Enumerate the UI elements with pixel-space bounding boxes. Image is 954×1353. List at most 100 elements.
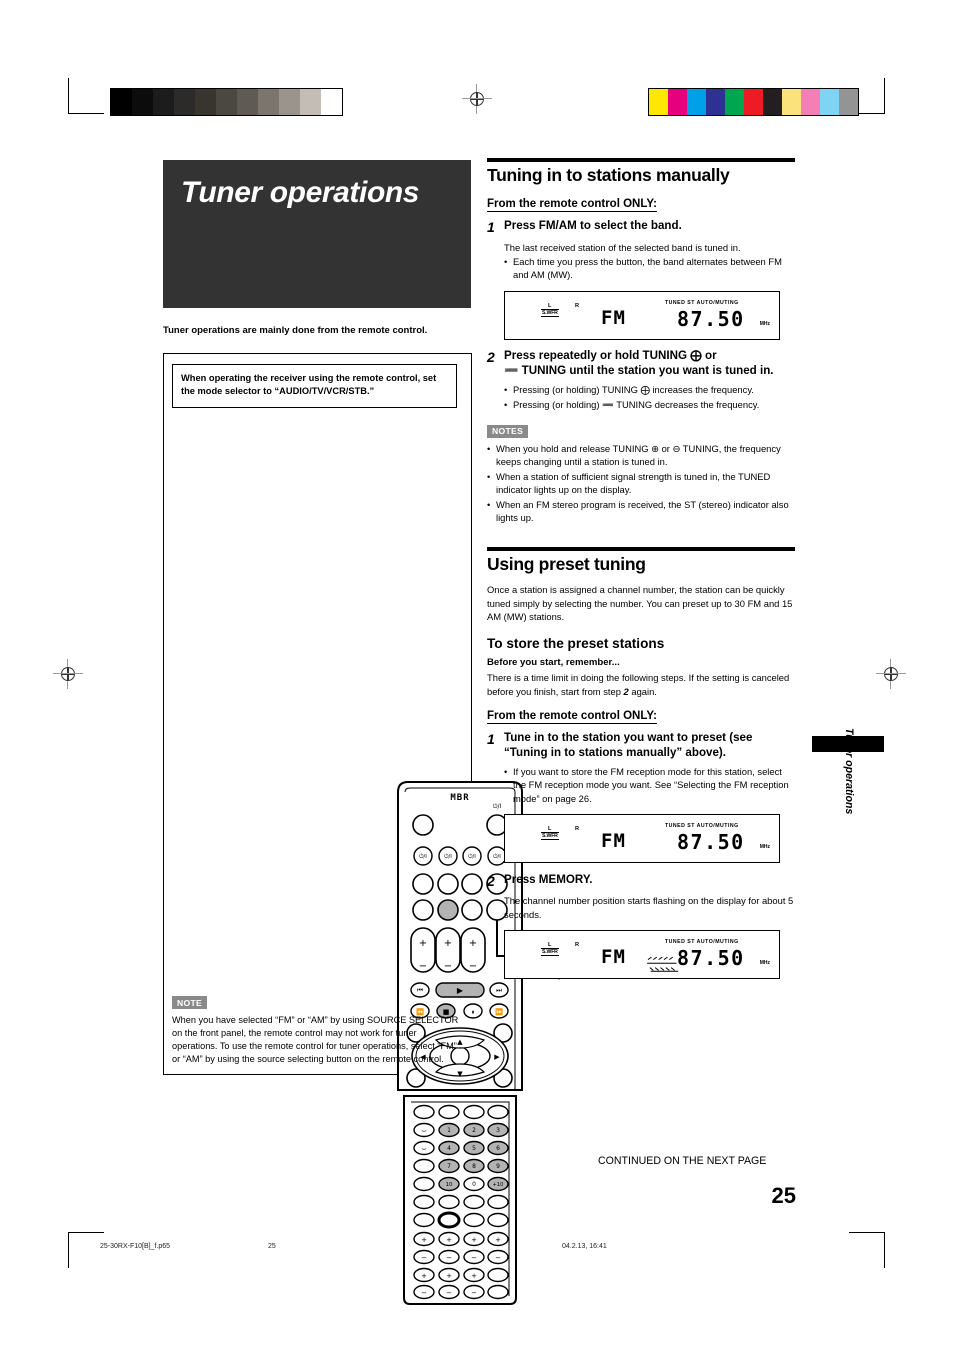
continued-notice: CONTINUED ON THE NEXT PAGE (598, 1155, 767, 1167)
note-text: When an FM stereo program is received, t… (496, 498, 789, 523)
lcd-band: FM (601, 306, 626, 329)
lead-text: Tuner operations are mainly done from th… (163, 325, 428, 336)
subhead-remote-only-2: From the remote control ONLY: (487, 710, 657, 725)
page-number: 25 (771, 1183, 796, 1208)
bullet-dot: • (504, 256, 508, 268)
svg-text:5: 5 (472, 1145, 476, 1152)
lcd-frequency: 87.50 (677, 829, 745, 854)
bullet-text: Pressing (or holding) TUNING ⨁ increases… (513, 383, 754, 396)
svg-text:⏻/I: ⏻/I (444, 853, 452, 860)
svg-text:9: 9 (496, 1163, 500, 1170)
minus-circle-icon: ➖ (602, 398, 614, 410)
lcd-indicators: TUNED ST AUTO/MUTING (665, 299, 739, 306)
bullet-dot: • (487, 443, 491, 455)
right-column: Tuning in to stations manually From the … (487, 158, 795, 980)
chapter-title-band: Tuner operations (163, 160, 471, 308)
lcd-unit: MHz (759, 843, 770, 850)
notes-list: • When you hold and release TUNING ⊕ or ⊖… (487, 442, 795, 524)
mode-selector-callout: When operating the receiver using the re… (172, 364, 457, 408)
registration-mark-top (462, 84, 492, 114)
svg-text:6: 6 (496, 1145, 500, 1152)
note-item: • When an FM stereo program is received, … (487, 498, 795, 525)
svg-text:▶: ▶ (494, 1053, 500, 1061)
before-body-b: again. (631, 685, 657, 697)
crop-mark-br-h (849, 1232, 885, 1233)
page-canvas: Tuner operations Tuner operations are ma… (0, 0, 954, 1353)
lcd-indicators: TUNED ST AUTO/MUTING (665, 822, 739, 829)
lcd-subwoofer-label: S.WFR (541, 831, 559, 840)
before-you-start-body: There is a time limit in doing the follo… (487, 671, 795, 698)
step-text: Press FM/AM to select the band. (504, 219, 682, 233)
registration-mark-right (876, 659, 906, 689)
lcd-band: FM (601, 946, 626, 969)
before-you-start-title: Before you start, remember... (487, 657, 620, 669)
svg-text:−: − (446, 1254, 452, 1262)
svg-text:⌣: ⌣ (421, 1144, 426, 1153)
svg-text:1: 1 (447, 1127, 451, 1134)
svg-text:+: + (446, 1272, 452, 1280)
footer-page: 25 (268, 1243, 276, 1250)
step-1-1-body: The last received station of the selecte… (504, 241, 741, 253)
svg-text:−: − (469, 961, 477, 972)
lcd-display-3: L S.WFR R FM TUNED ST AUTO/MUTING 87.50 … (504, 930, 780, 980)
svg-text:+: + (471, 1236, 477, 1244)
svg-text:2: 2 (472, 1127, 476, 1134)
svg-text:⌣: ⌣ (421, 1126, 426, 1135)
footer-timestamp: 04.2.13, 16:41 (562, 1243, 607, 1250)
bullet-dot: • (504, 398, 508, 410)
note-box: NOTE When you have selected “FM” or “AM”… (172, 993, 460, 1066)
svg-text:+: + (419, 938, 427, 949)
step-number: 1 (487, 219, 495, 236)
bullet-dot: • (504, 765, 508, 777)
bullet-text-a: Pressing (or holding) (513, 398, 600, 410)
step-text: Tune in to the station you want to prese… (504, 731, 753, 759)
lcd-channel-left: L S.WFR (541, 303, 559, 317)
lcd-subwoofer-label: S.WFR (541, 948, 559, 957)
lcd-r-label: R (575, 825, 580, 832)
lcd-display-1: L S.WFR R FM TUNED ST AUTO/MUTING 87.50 … (504, 290, 780, 340)
bullet-text: Pressing (or holding) ➖ TUNING decreases… (513, 398, 759, 411)
crop-mark-bl-h (68, 1232, 104, 1233)
svg-text:+10: +10 (493, 1182, 504, 1188)
step-text: Press MEMORY. (504, 872, 593, 886)
svg-text:+: + (471, 1272, 477, 1280)
lcd-unit: MHz (759, 960, 770, 967)
svg-text:⏸: ⏸ (471, 1008, 474, 1016)
note-body: When you have selected “FM” or “AM” by u… (172, 1014, 459, 1064)
lcd-band: FM (601, 829, 626, 852)
svg-text:+: + (469, 938, 477, 949)
footer-filename: 25-30RX-F10[B]_f.p65 (100, 1243, 171, 1250)
color-calibration-bar (648, 88, 859, 116)
svg-text:−: − (471, 1254, 477, 1262)
step-text: Press repeatedly or hold TUNING ⨁ or ➖ T… (504, 349, 774, 379)
lcd-display-2: L S.WFR R FM TUNED ST AUTO/MUTING 87.50 … (504, 813, 780, 863)
lcd-indicators: TUNED ST AUTO/MUTING (665, 939, 739, 946)
svg-text:4: 4 (447, 1145, 451, 1152)
step-2-2: 2 Press MEMORY. (487, 873, 795, 891)
crop-mark-br-v (884, 1232, 885, 1268)
svg-text:−: − (471, 1289, 477, 1297)
grayscale-calibration-bar (110, 88, 343, 116)
before-body-step-number: 2 (623, 685, 629, 697)
step-1-2: 2 Press repeatedly or hold TUNING ⨁ or ➖… (487, 349, 795, 379)
bullet-text-a: Pressing (or holding) TUNING (513, 384, 638, 396)
step-2-2-body: The channel number position starts flash… (504, 895, 794, 920)
lcd-subwoofer-label: S.WFR (541, 308, 559, 317)
subheading-store-presets: To store the preset stations (487, 636, 665, 652)
step-1-2-bullet-2: • Pressing (or holding) ➖ TUNING decreas… (504, 398, 795, 411)
svg-text:+: + (495, 1236, 501, 1244)
minus-circle-icon: ➖ (504, 363, 519, 377)
section-rule-2 (487, 547, 795, 552)
crop-mark-bl-v (68, 1232, 69, 1268)
note-item: • When a station of sufficient signal str… (487, 470, 795, 497)
step-1-1: 1 Press FM/AM to select the band. (487, 219, 795, 237)
page-title: Tuner operations (181, 176, 420, 209)
lcd-channel-left: L S.WFR (541, 826, 559, 840)
svg-text:+: + (421, 1272, 427, 1280)
note-text: When a station of sufficient signal stre… (496, 470, 771, 496)
step-1-1-bullet: • Each time you press the button, the ba… (504, 255, 795, 282)
subhead-remote-only-1: From the remote control ONLY: (487, 198, 657, 213)
bullet-text-b: increases the frequency. (652, 384, 754, 396)
step-2-1: 1 Tune in to the station you want to pre… (487, 731, 795, 761)
bullet-text: Each time you press the button, the band… (513, 256, 782, 281)
